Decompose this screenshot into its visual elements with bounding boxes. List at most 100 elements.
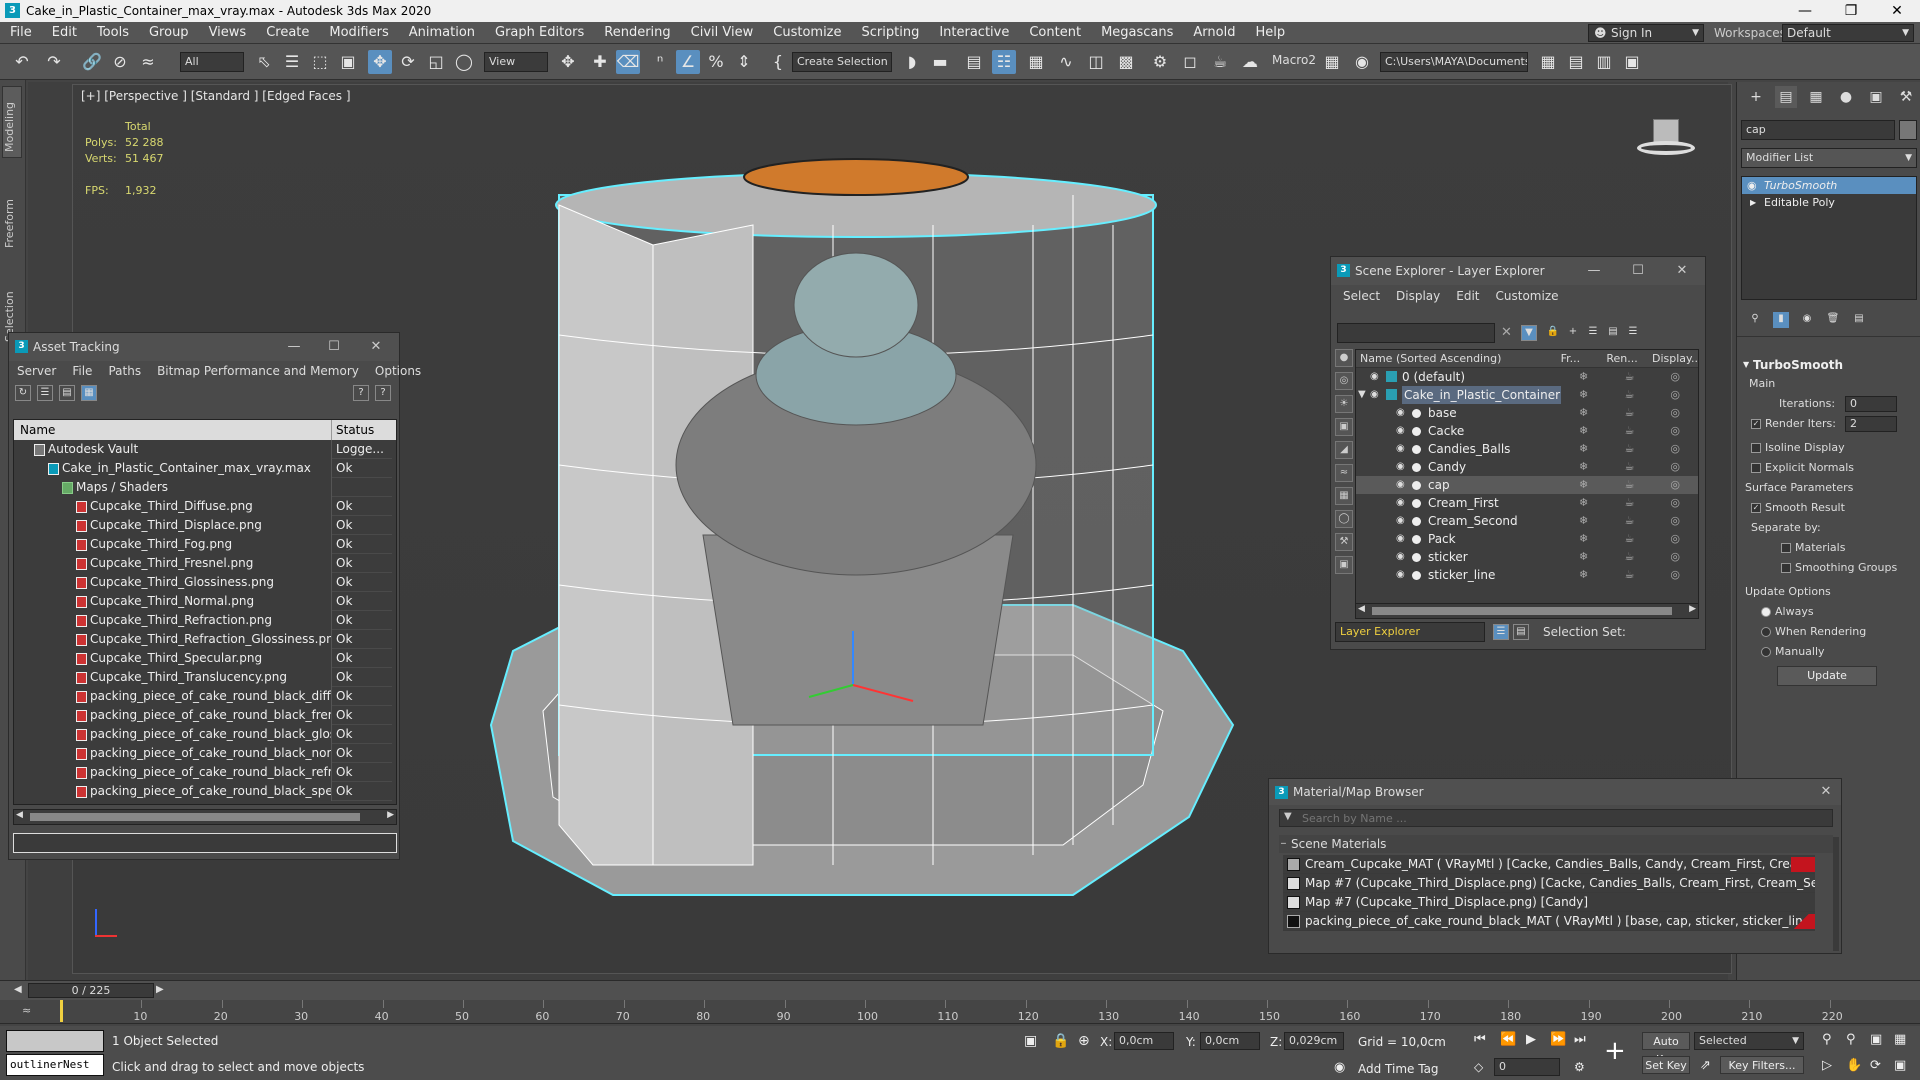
maximize-icon[interactable]: ☐ bbox=[321, 337, 347, 357]
eye-icon[interactable]: ◉ bbox=[1370, 368, 1379, 386]
asset-tracking-titlebar[interactable]: 3 Asset Tracking — ☐ ✕ bbox=[9, 333, 399, 361]
menu-content[interactable]: Content bbox=[1019, 25, 1091, 40]
help-icon[interactable]: ? bbox=[353, 385, 369, 401]
asset-path-field[interactable] bbox=[13, 833, 397, 853]
project-folder-icon[interactable]: ▦ bbox=[1536, 50, 1560, 74]
filter-icon[interactable]: ▼ bbox=[1521, 325, 1537, 341]
material-row-cream-cupcake[interactable]: Cream_Cupcake_MAT ( VRayMtl ) [Cacke, Ca… bbox=[1283, 855, 1815, 874]
explicit-normals-checkbox[interactable]: Explicit Normals bbox=[1741, 458, 1917, 478]
display-icon[interactable]: ◎ bbox=[1652, 458, 1698, 476]
make-unique-icon[interactable]: ◉ bbox=[1799, 312, 1815, 328]
renderable-icon[interactable]: ☕ bbox=[1607, 386, 1653, 404]
detail-view-icon[interactable]: ▤ bbox=[59, 385, 75, 401]
undo-icon[interactable]: ↶ bbox=[10, 50, 34, 74]
asset-row[interactable]: Cupcake_Third_Displace.png Ok bbox=[14, 516, 396, 535]
time-tag-icon[interactable]: ◉ bbox=[1334, 1060, 1345, 1075]
material-browser-titlebar[interactable]: 3 Material/Map Browser ✕ bbox=[1269, 779, 1841, 805]
display-cameras-icon[interactable]: ▣ bbox=[1335, 418, 1353, 436]
menu-megascans[interactable]: Megascans bbox=[1091, 25, 1183, 40]
display-bones-icon[interactable]: ⚒ bbox=[1335, 533, 1353, 551]
renderable-icon[interactable]: ☕ bbox=[1607, 404, 1653, 422]
bind-space-warp-icon[interactable]: ≈ bbox=[136, 50, 160, 74]
modify-tab-icon[interactable]: ▤ bbox=[1775, 86, 1797, 108]
toggle-ribbon-icon[interactable]: ▦ bbox=[1024, 50, 1048, 74]
menu-rendering[interactable]: Rendering bbox=[594, 25, 680, 40]
object-row[interactable]: ◉ sticker ❄ ☕ ◎ bbox=[1356, 548, 1698, 566]
toggle-scene-explorer-icon[interactable]: ▤ bbox=[962, 50, 986, 74]
at-menu-options[interactable]: Options bbox=[367, 364, 429, 378]
display-icon[interactable]: ◎ bbox=[1652, 530, 1698, 548]
eye-icon[interactable]: ◉ bbox=[1396, 530, 1405, 548]
display-icon[interactable]: ◎ bbox=[1652, 368, 1698, 386]
display-icon[interactable]: ◎ bbox=[1652, 404, 1698, 422]
render-iters-checkbox[interactable]: ✓ Render Iters: bbox=[1751, 414, 1836, 434]
layer-tools-icon[interactable]: ☰ bbox=[1625, 325, 1641, 341]
eye-icon[interactable]: ◉ bbox=[1396, 494, 1405, 512]
material-editor-icon[interactable]: ▩ bbox=[1114, 50, 1138, 74]
display-tab-icon[interactable]: ▣ bbox=[1865, 86, 1887, 108]
asset-row[interactable]: packing_piece_of_cake_round_black_refr..… bbox=[14, 763, 396, 782]
object-name-field[interactable]: cap bbox=[1741, 120, 1895, 140]
create-tab-icon[interactable]: + bbox=[1745, 86, 1767, 108]
asset-row[interactable]: Cupcake_Third_Normal.png Ok bbox=[14, 592, 396, 611]
always-radio[interactable]: Always bbox=[1741, 602, 1917, 622]
smooth-result-checkbox[interactable]: ✓ Smooth Result bbox=[1741, 498, 1917, 518]
column-freeze[interactable]: Fr... bbox=[1561, 350, 1607, 367]
pivot-center-icon[interactable]: ✥ bbox=[556, 50, 580, 74]
menu-scripting[interactable]: Scripting bbox=[852, 25, 930, 40]
renderable-icon[interactable]: ☕ bbox=[1607, 440, 1653, 458]
teapot-icon[interactable]: ◉ bbox=[1350, 50, 1374, 74]
next-frame-icon[interactable]: ▶ bbox=[156, 984, 164, 995]
at-menu-server[interactable]: Server bbox=[9, 364, 64, 378]
context-help-icon[interactable]: ? bbox=[375, 385, 391, 401]
scroll-thumb[interactable] bbox=[30, 813, 360, 821]
project-folder-dropdown[interactable]: C:\Users\MAYA\Documents\3ds Max 2020 bbox=[1380, 52, 1528, 72]
display-xrefs-icon[interactable]: ◯ bbox=[1335, 510, 1353, 528]
object-color-swatch[interactable] bbox=[1899, 120, 1917, 140]
freeze-icon[interactable]: ❄ bbox=[1561, 386, 1607, 404]
asset-row[interactable]: Cupcake_Third_Specular.png Ok bbox=[14, 649, 396, 668]
explorer-mode-dropdown[interactable]: Layer Explorer bbox=[1335, 622, 1485, 642]
asset-row[interactable]: Cupcake_Third_Fog.png Ok bbox=[14, 535, 396, 554]
time-slider-thumb[interactable]: 0 / 225 bbox=[28, 983, 154, 998]
viewcube[interactable] bbox=[1635, 115, 1695, 165]
asset-row[interactable]: packing_piece_of_cake_round_black_nor...… bbox=[14, 744, 396, 763]
materials-checkbox[interactable]: Materials bbox=[1741, 538, 1917, 558]
display-icon[interactable]: ◎ bbox=[1652, 440, 1698, 458]
scroll-left-icon[interactable]: ◀ bbox=[16, 810, 23, 820]
set-key-button[interactable]: Set Key bbox=[1642, 1056, 1690, 1074]
layer-row[interactable]: ▼ ◉ Cake_in_Plastic_Container ❄ ☕ ◎ bbox=[1356, 386, 1698, 404]
key-mode-icon[interactable]: ◇ bbox=[1474, 1060, 1483, 1074]
eye-icon[interactable]: ◉ bbox=[1396, 404, 1405, 422]
selection-lock-icon[interactable]: 🔒 bbox=[1052, 1033, 1069, 1049]
close-window-button[interactable]: ✕ bbox=[1874, 0, 1920, 22]
unlink-icon[interactable]: ⊘ bbox=[108, 50, 132, 74]
object-row[interactable]: ◉ Candy ❄ ☕ ◎ bbox=[1356, 458, 1698, 476]
manually-radio[interactable]: Manually bbox=[1741, 642, 1917, 662]
at-menu-paths[interactable]: Paths bbox=[100, 364, 149, 378]
material-search-input[interactable] bbox=[1302, 810, 1830, 826]
key-filters-button[interactable]: Key Filters... bbox=[1720, 1056, 1804, 1074]
display-lights-icon[interactable]: ☀ bbox=[1335, 395, 1353, 413]
display-icon[interactable]: ◎ bbox=[1652, 512, 1698, 530]
material-row-map7-candy[interactable]: Map #7 (Cupcake_Third_Displace.png) [Can… bbox=[1283, 893, 1815, 912]
scroll-right-icon[interactable]: ▶ bbox=[387, 810, 394, 820]
selection-filter-dropdown[interactable]: All bbox=[180, 52, 244, 72]
close-icon[interactable]: ✕ bbox=[1813, 782, 1839, 802]
track-bar-toggle-icon[interactable]: ≈ bbox=[22, 1004, 31, 1017]
clear-search-icon[interactable]: ✕ bbox=[1501, 325, 1512, 340]
display-icon[interactable]: ◎ bbox=[1652, 386, 1698, 404]
menu-group[interactable]: Group bbox=[139, 25, 199, 40]
asset-row[interactable]: Autodesk Vault Logge... bbox=[14, 440, 396, 459]
freeze-icon[interactable]: ❄ bbox=[1561, 494, 1607, 512]
sort-icon[interactable]: ▤ bbox=[1513, 624, 1529, 640]
display-icon[interactable]: ◎ bbox=[1652, 548, 1698, 566]
eye-icon[interactable]: ◉ bbox=[1396, 422, 1405, 440]
prev-frame-icon[interactable]: ◀ bbox=[14, 984, 22, 995]
play-icon[interactable]: ▶ bbox=[1526, 1032, 1536, 1047]
spinner-snap-icon[interactable]: ⇕ bbox=[732, 50, 756, 74]
window-crossing-icon[interactable]: ▣ bbox=[336, 50, 360, 74]
freeze-icon[interactable]: ❄ bbox=[1561, 458, 1607, 476]
orbit-icon[interactable]: ⟳ bbox=[1870, 1058, 1881, 1073]
scene-explorer-titlebar[interactable]: 3 Scene Explorer - Layer Explorer — ☐ ✕ bbox=[1331, 257, 1705, 285]
